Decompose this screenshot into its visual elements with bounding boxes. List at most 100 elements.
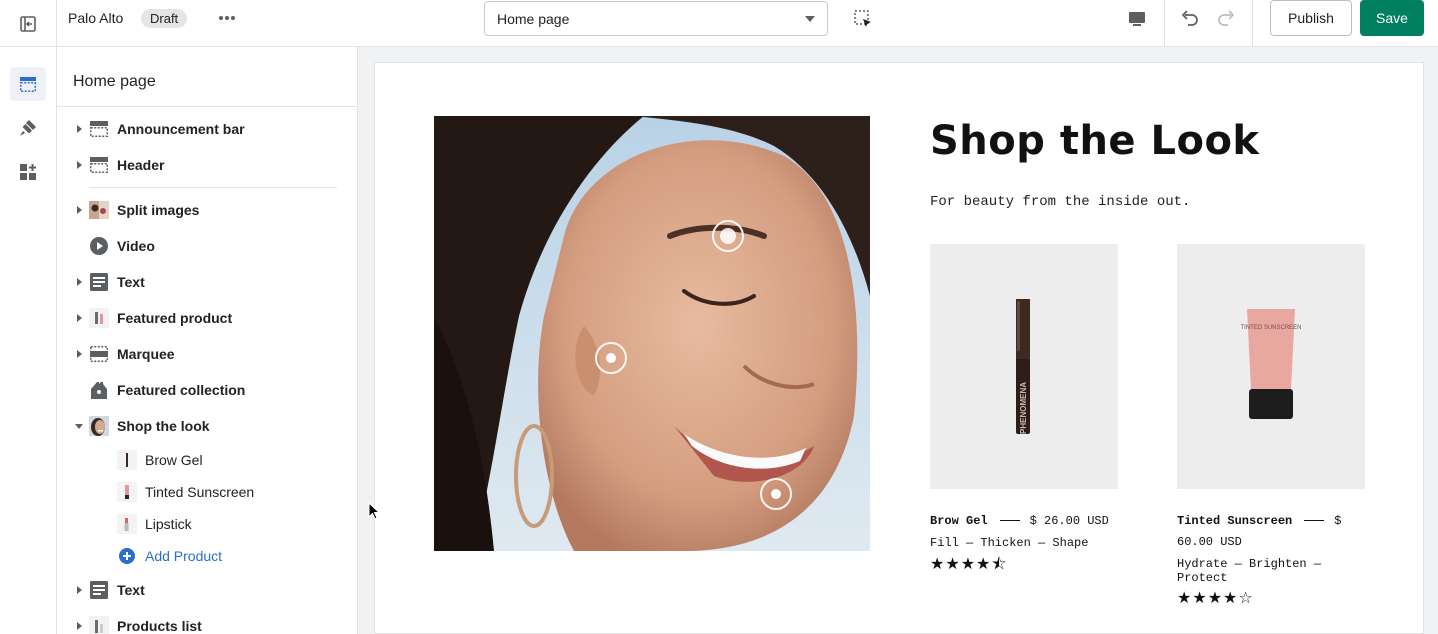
product-name: Brow Gel [930, 514, 988, 528]
redo-button[interactable] [1212, 5, 1240, 31]
sidebar-item-video[interactable]: Video [57, 231, 357, 261]
product-image: PHENOMENA [930, 244, 1118, 489]
sidebar-item-label: Featured collection [117, 382, 246, 398]
sidebar-title: Home page [73, 73, 156, 90]
chevron-right-icon [77, 622, 82, 630]
publish-button[interactable]: Publish [1270, 0, 1352, 36]
product-info: Brow Gel $ 26.00 USD [930, 511, 1118, 532]
chevron-right-icon [77, 161, 82, 169]
sidebar-item-label: Text [117, 274, 145, 290]
products-list-thumbnail [89, 616, 109, 634]
sidebar-item-text-2[interactable]: Text [57, 575, 357, 605]
exit-button[interactable] [0, 0, 57, 47]
theme-settings-icon [20, 120, 36, 136]
divider [57, 106, 357, 107]
sidebar-item-split-images[interactable]: Split images [57, 195, 357, 225]
text-icon [89, 272, 109, 292]
sidebar-item-label: Products list [117, 618, 202, 634]
select-cursor-icon [854, 10, 871, 27]
chevron-right-icon [77, 125, 82, 133]
add-product-button[interactable]: Add Product [57, 542, 357, 570]
marquee-icon [89, 344, 109, 364]
store-name: Palo Alto [68, 10, 124, 26]
sidebar-item-label: Announcement bar [117, 121, 245, 137]
sidebar-item-shop-the-look[interactable]: Shop the look [57, 411, 357, 441]
product-card[interactable]: TINTED SUNSCREEN Tinted Sunscreen $ 60.00… [1177, 244, 1365, 607]
sidebar-item-label: Featured product [117, 310, 233, 326]
star-rating: ★★★★☆ [1177, 588, 1254, 607]
rail-theme-settings-button[interactable] [10, 111, 46, 145]
product-price: $ 26.00 USD [1029, 514, 1109, 528]
block-item-lipstick[interactable]: Lipstick [57, 510, 357, 538]
hotspot-tinted-sunscreen[interactable] [595, 342, 627, 374]
sidebar-item-label: Marquee [117, 346, 175, 362]
collection-tag-icon [89, 380, 109, 400]
product-name: Tinted Sunscreen [1177, 514, 1293, 528]
chevron-right-icon [77, 314, 82, 322]
chevron-right-icon [77, 206, 82, 214]
sidebar-item-label: Video [117, 238, 155, 254]
divider [1252, 0, 1253, 47]
hotspot-brow-gel[interactable] [712, 220, 744, 252]
block-item-label: Lipstick [145, 516, 192, 532]
product-image: TINTED SUNSCREEN [1177, 244, 1365, 489]
sidebar-item-label: Text [117, 582, 145, 598]
shop-the-look-image [434, 116, 870, 551]
split-images-thumbnail [89, 200, 109, 220]
divider [1304, 520, 1325, 522]
product-image-label: PHENOMENA [1019, 382, 1028, 434]
divider [999, 520, 1020, 522]
sidebar-item-label: Shop the look [117, 418, 210, 434]
play-icon [89, 236, 109, 256]
sidebar-item-marquee[interactable]: Marquee [57, 339, 357, 369]
hotspot-lipstick[interactable] [760, 478, 792, 510]
mouse-cursor [368, 501, 381, 525]
chevron-right-icon [77, 278, 82, 286]
exit-icon [20, 15, 36, 32]
sidebar-item-header[interactable]: Header [57, 150, 357, 180]
chevron-right-icon [77, 586, 82, 594]
undo-button[interactable] [1176, 5, 1204, 31]
sidebar-item-products-list[interactable]: Products list [57, 611, 357, 634]
sidebar-item-text[interactable]: Text [57, 267, 357, 297]
sidebar-item-announcement-bar[interactable]: Announcement bar [57, 114, 357, 144]
save-button[interactable]: Save [1360, 0, 1424, 36]
more-horizontal-icon [219, 16, 235, 20]
text-icon [89, 580, 109, 600]
product-description: Hydrate — Brighten — Protect [1177, 557, 1322, 585]
product-info: Tinted Sunscreen $ 60.00 USD [1177, 511, 1365, 553]
inspector-button[interactable] [850, 6, 876, 32]
block-item-tinted-sunscreen[interactable]: Tinted Sunscreen [57, 478, 357, 506]
page-selector[interactable]: Home page [484, 1, 828, 36]
redo-icon [1218, 10, 1235, 26]
shop-the-look-thumbnail [89, 416, 109, 436]
sunscreen-thumbnail [117, 482, 137, 502]
desktop-icon [1129, 12, 1145, 26]
top-bar: Palo Alto Draft Home page Publish Save [0, 0, 1438, 47]
product-thumbnail [89, 308, 109, 328]
product-card[interactable]: PHENOMENA Brow Gel $ 26.00 USD Fill — Thi… [930, 244, 1118, 580]
storefront-preview: Shop the Look For beauty from the inside… [374, 62, 1424, 634]
sidebar-item-label: Split images [117, 202, 200, 218]
block-item-label: Brow Gel [145, 452, 203, 468]
page-selector-value: Home page [497, 10, 570, 27]
chevron-down-icon [805, 15, 815, 22]
sidebar-item-featured-product[interactable]: Featured product [57, 303, 357, 333]
sections-icon [20, 77, 36, 92]
rail-apps-button[interactable] [10, 155, 46, 189]
plus-circle-icon [117, 546, 137, 566]
undo-icon [1181, 10, 1198, 26]
block-item-brow-gel[interactable]: Brow Gel [57, 446, 357, 474]
desktop-view-button[interactable] [1124, 6, 1150, 32]
sidebar-item-label: Header [117, 157, 165, 173]
brow-gel-thumbnail [117, 450, 137, 470]
chevron-right-icon [77, 350, 82, 358]
divider [89, 187, 337, 188]
sidebar-item-featured-collection[interactable]: Featured collection [57, 375, 357, 405]
product-description: Fill — Thicken — Shape [930, 536, 1089, 550]
announcement-bar-icon [89, 119, 109, 139]
rail-sections-button[interactable] [10, 67, 46, 101]
section-subheading: For beauty from the inside out. [930, 194, 1191, 210]
divider [1164, 0, 1165, 47]
more-actions-button[interactable] [214, 6, 240, 30]
